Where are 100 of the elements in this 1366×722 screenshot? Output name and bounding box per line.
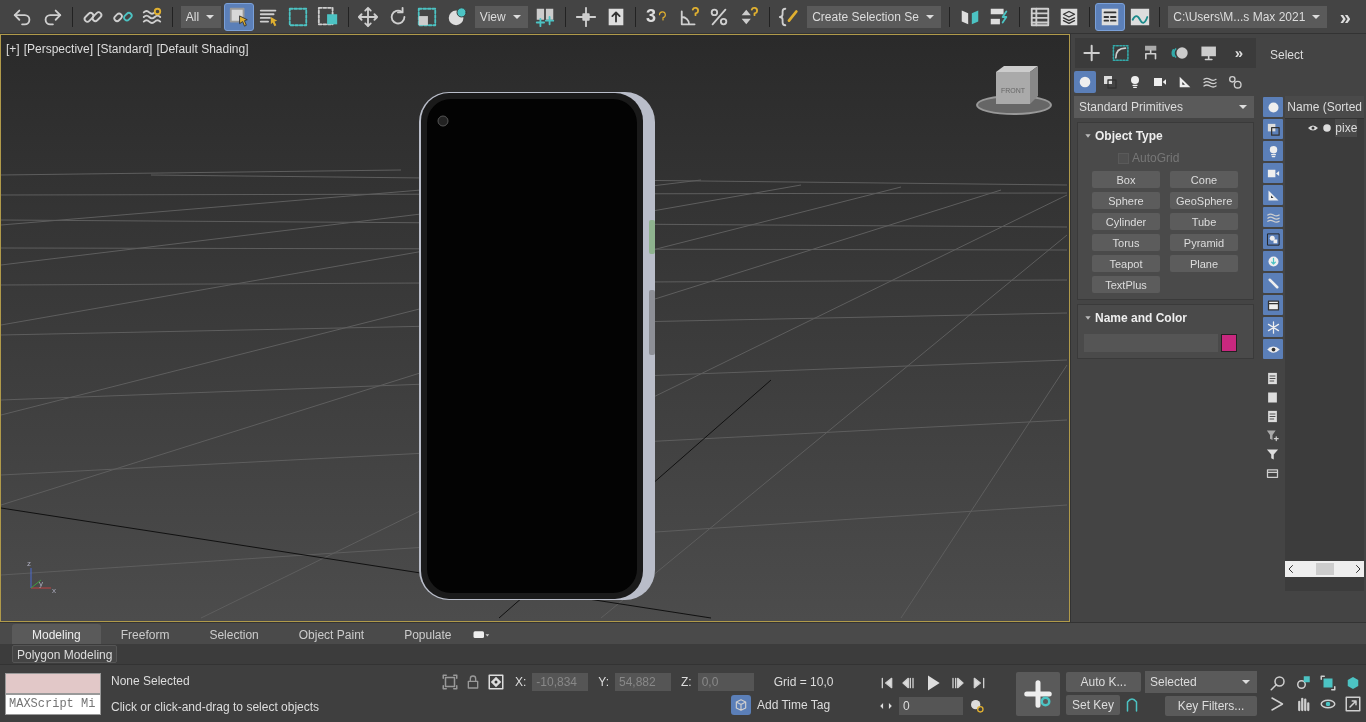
overflow-button[interactable]: » (1225, 39, 1252, 67)
primitive-button[interactable]: TextPlus (1092, 276, 1160, 293)
container-icon (1265, 297, 1281, 313)
container-filter-button[interactable] (1263, 295, 1283, 315)
funnel-plus-icon[interactable] (1265, 428, 1280, 443)
sphere-category-tab[interactable] (1074, 71, 1096, 93)
braces-pen-icon (778, 5, 801, 28)
ruler-triangle-filter-button[interactable] (1263, 185, 1283, 205)
ribbon-tab[interactable]: Populate (384, 624, 472, 644)
time-config-icon[interactable] (968, 697, 985, 714)
shapes-icon (1265, 121, 1281, 137)
dropdown[interactable]: All (180, 5, 222, 28)
sphere-icon (1077, 74, 1093, 90)
table-icon (1028, 5, 1051, 28)
set-key-button[interactable]: Set Key (1065, 695, 1120, 715)
collapse-triangle-icon[interactable] (1084, 132, 1092, 140)
square-icon[interactable] (1265, 390, 1280, 405)
dropdown[interactable]: Standard Primitives (1074, 96, 1254, 118)
axis-label: Z: (681, 673, 692, 691)
ruler-triangle-icon (1177, 74, 1193, 90)
plus-icon[interactable] (1082, 42, 1102, 64)
set-key-large-button[interactable] (1015, 671, 1060, 716)
shapes-filter-button[interactable] (1263, 119, 1283, 139)
snap-hook-button[interactable]: 3 (641, 2, 675, 31)
scale-icon (416, 5, 439, 28)
horizontal-scrollbar[interactable] (1285, 561, 1364, 577)
primitive-button[interactable]: Tube (1170, 213, 1238, 230)
axis-label: X: (515, 673, 527, 691)
box-outline-icon[interactable] (1265, 466, 1280, 481)
plus-key-icon (1022, 678, 1053, 709)
key-filters-button[interactable]: Key Filters... (1165, 696, 1257, 716)
gears-icon (1227, 74, 1243, 90)
collapse-triangle-icon[interactable] (1084, 314, 1092, 322)
dropdown[interactable]: Create Selection Se (807, 5, 941, 28)
object-dot-icon (1322, 123, 1333, 133)
status-prompt: Click or click-and-drag to select objects (111, 698, 321, 716)
color-swatch[interactable] (1221, 334, 1237, 352)
move-arrows-icon (357, 5, 380, 28)
eye-filter-button[interactable] (1263, 339, 1283, 359)
grouped-shapes-filter-button[interactable] (1263, 229, 1283, 249)
ribbon-tab[interactable]: Selection (189, 624, 279, 644)
primitive-button[interactable]: Plane (1170, 255, 1238, 272)
lock-icon[interactable] (465, 673, 481, 690)
shapes-icon (1102, 74, 1118, 90)
ribbon-tab[interactable]: Freeform (100, 624, 190, 644)
cursor-square-button[interactable] (224, 2, 254, 31)
curve-frame-icon[interactable] (1111, 42, 1131, 64)
dashed-square-icon (287, 5, 310, 28)
camera-filter-button[interactable] (1263, 163, 1283, 183)
maximize-viewport-icon[interactable] (1344, 695, 1362, 713)
placement-icon (446, 5, 469, 28)
explorer-title: Select (1269, 47, 1305, 64)
ribbon-tab[interactable]: Modeling (12, 624, 101, 644)
grouped-shapes-icon (1265, 231, 1281, 247)
object-name[interactable]: pixe (1335, 119, 1358, 137)
page-icon[interactable] (1265, 409, 1280, 424)
primitive-button[interactable]: Torus (1092, 234, 1160, 251)
viewport-menu-label[interactable]: [Default Shading] (156, 40, 249, 58)
absolute-mode-icon[interactable] (487, 672, 505, 691)
ribbon-tab[interactable]: Object Paint (278, 624, 385, 644)
viewport-menu-label[interactable]: [Perspective] (23, 40, 94, 58)
ribbon-panel-button[interactable]: Polygon Modeling (12, 645, 118, 663)
rollout-title[interactable]: Name and Color (1095, 309, 1187, 327)
dropdown[interactable]: C:\Users\M...s Max 2021 (1168, 5, 1328, 28)
bone-icon (1265, 275, 1281, 291)
page-icon[interactable] (1265, 371, 1280, 386)
scroll-thumb[interactable] (1315, 563, 1334, 575)
add-time-tag-label[interactable]: Add Time Tag (757, 695, 831, 714)
primitive-button[interactable]: Teapot (1092, 255, 1160, 272)
primitive-button[interactable]: GeoSphere (1170, 192, 1238, 209)
viewport-menu-label[interactable]: [Standard] (97, 40, 153, 58)
axis-label: Y: (598, 673, 609, 691)
primitive-button[interactable]: Cone (1170, 171, 1238, 188)
funnel-icon[interactable] (1265, 447, 1280, 462)
manipulator-icon (575, 5, 597, 28)
key-mode-dropdown[interactable]: Selected (1145, 671, 1257, 693)
selection-status: None Selected (111, 672, 191, 690)
overflow-button[interactable]: » (1330, 2, 1360, 31)
primitive-button[interactable]: Sphere (1092, 192, 1160, 209)
frame-spinner[interactable]: 0 (898, 696, 963, 715)
selection-bounds-icon[interactable] (441, 672, 459, 691)
cursor-square-icon (228, 5, 250, 28)
maxscript-field[interactable]: MAXScript Mi (5, 693, 101, 715)
zoom-all-icon[interactable] (1294, 674, 1312, 692)
auto-key-button[interactable]: Auto K... (1065, 672, 1141, 692)
rollout-title[interactable]: Object Type (1095, 127, 1163, 145)
dashed-square-fill-icon (316, 5, 339, 28)
axis-tripod-drawing: z y x (27, 559, 56, 595)
viewport-menu-label[interactable]: [+] (6, 40, 20, 58)
column-header[interactable]: Name (Sorted (1285, 96, 1364, 119)
ribbon-button[interactable] (1095, 2, 1125, 31)
primitive-button[interactable]: Box (1092, 171, 1160, 188)
grid-size: Grid = 10,0 (773, 673, 834, 691)
cube-icon[interactable] (734, 697, 748, 712)
zoom-extents-icon[interactable] (1319, 674, 1337, 692)
primitive-button[interactable]: Cylinder (1092, 213, 1160, 230)
zoom-icon[interactable] (1269, 674, 1287, 692)
dropdown[interactable]: View (474, 5, 528, 28)
angle-snap-icon (678, 5, 701, 28)
primitive-button[interactable]: Pyramid (1170, 234, 1238, 251)
